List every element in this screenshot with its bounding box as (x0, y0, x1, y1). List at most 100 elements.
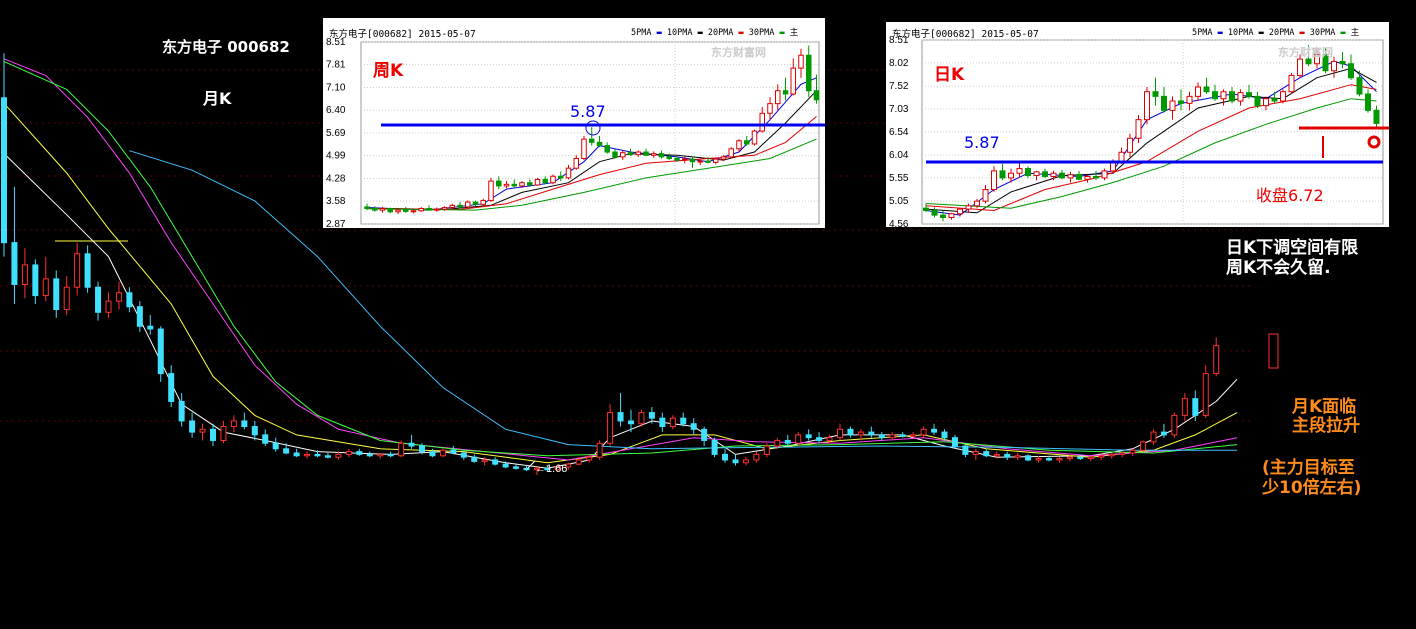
candle (982, 189, 989, 202)
candle (1108, 453, 1115, 457)
candle (410, 210, 417, 213)
annotation-line: 主段拉升 (1292, 416, 1360, 436)
candle (480, 199, 486, 205)
candle (722, 453, 729, 461)
annotation-line: 少10倍左右) (1262, 478, 1362, 498)
candle (523, 467, 530, 471)
candle (1297, 58, 1303, 76)
candle (889, 434, 896, 439)
candle (1033, 171, 1040, 177)
candle (674, 157, 680, 161)
candle (1076, 174, 1082, 180)
candle (648, 412, 655, 419)
candle (774, 439, 781, 447)
watermark-logo: 东方财富网 (1278, 46, 1333, 59)
candle (472, 201, 479, 205)
candle (697, 160, 703, 163)
candle (377, 453, 384, 457)
candle (643, 151, 649, 156)
candle (513, 466, 520, 469)
candle (701, 428, 708, 441)
candle (418, 208, 424, 212)
candle (419, 445, 425, 453)
candle (1, 97, 7, 244)
candle (736, 140, 742, 150)
candle (612, 151, 618, 158)
candle (1014, 455, 1021, 458)
candle (790, 67, 796, 95)
candle (1246, 92, 1252, 97)
candle (304, 453, 311, 457)
candle (1254, 95, 1261, 107)
watermark-logo: 东方财富网 (711, 46, 766, 59)
candle (1160, 431, 1167, 436)
annotation-line: 日K下调空间有限 (1226, 238, 1359, 258)
candle (502, 463, 509, 468)
candle (115, 292, 122, 302)
candle (210, 428, 216, 441)
legend-10pma: 10PMA (666, 28, 693, 38)
candle (1192, 398, 1199, 416)
candle (1263, 98, 1269, 107)
candle (1195, 86, 1201, 97)
y-tick-label: 5.55 (889, 173, 909, 184)
candle (449, 204, 455, 209)
candle (335, 453, 342, 458)
candle (283, 448, 290, 454)
candle (408, 442, 415, 447)
candle (816, 437, 823, 441)
candle (705, 160, 711, 163)
candle (450, 449, 457, 454)
candle (126, 292, 133, 308)
candle (230, 420, 237, 428)
annotation-target: (主力目标至 少10倍左右) (1262, 458, 1361, 498)
candle (581, 138, 587, 159)
candle (798, 54, 804, 69)
candle (1171, 414, 1178, 436)
candle (157, 328, 164, 375)
candle (1118, 151, 1125, 163)
candle (857, 431, 864, 436)
y-tick-label: 3.58 (326, 196, 346, 207)
candle (983, 451, 990, 457)
candle (1229, 91, 1235, 102)
candle (21, 264, 28, 285)
candle (813, 90, 820, 101)
candle (492, 459, 499, 465)
candle (1331, 60, 1337, 72)
candle (899, 434, 906, 437)
candle (1087, 456, 1094, 460)
candle (1348, 63, 1354, 79)
candle (272, 442, 279, 450)
candle (364, 206, 370, 210)
candle (1129, 449, 1136, 454)
daily-level-label: 5.87 (964, 133, 1000, 152)
candle (732, 459, 739, 464)
candle (972, 451, 979, 455)
candle (991, 170, 997, 191)
candle (356, 451, 363, 455)
candle (951, 437, 958, 447)
candle (136, 306, 143, 327)
candle (1237, 92, 1244, 102)
candle (1212, 91, 1218, 100)
annotation-line: 月K面临 (1292, 397, 1357, 417)
candle (527, 182, 533, 186)
y-tick-label: 7.81 (326, 60, 346, 71)
candle (638, 412, 645, 425)
candle (775, 90, 781, 105)
candle (1152, 91, 1159, 97)
candle (1059, 172, 1065, 179)
candle (1288, 74, 1295, 93)
y-tick-label: 2.87 (326, 219, 346, 228)
candle (1140, 441, 1147, 451)
candle (1066, 456, 1073, 460)
candle (607, 412, 614, 444)
candle (923, 207, 929, 211)
candle (1202, 373, 1209, 416)
candle (241, 420, 248, 428)
y-tick-label: 5.05 (889, 196, 909, 207)
candle (439, 449, 446, 457)
candle (426, 208, 432, 211)
candle (1056, 458, 1063, 461)
